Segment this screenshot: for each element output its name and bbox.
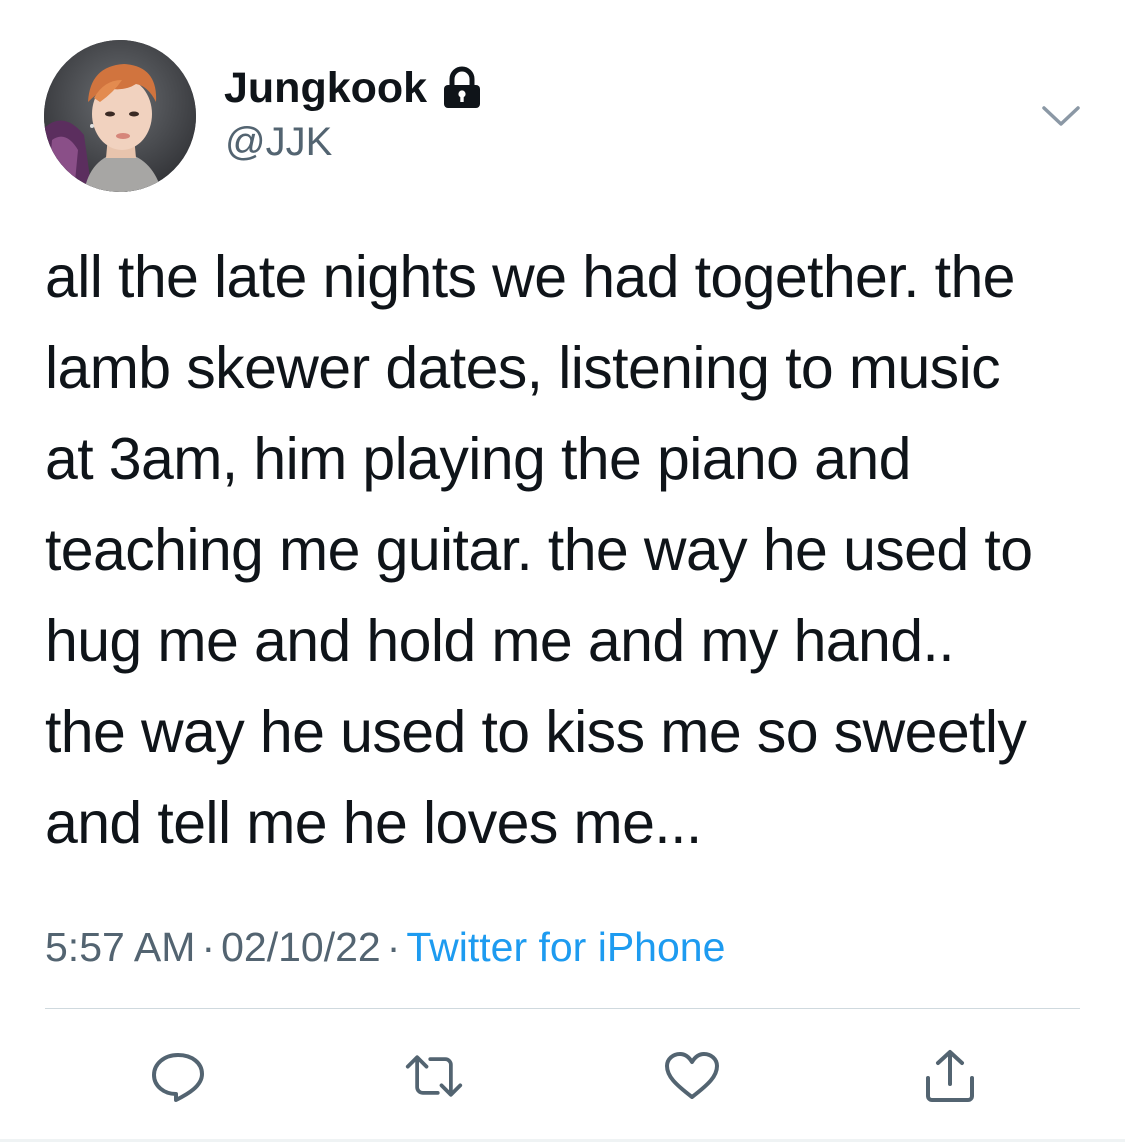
reply-icon — [152, 1053, 204, 1102]
avatar[interactable] — [44, 40, 196, 192]
author-row[interactable]: Jungkook — [224, 62, 483, 114]
retweet-button[interactable] — [404, 1046, 464, 1106]
retweet-icon — [405, 1055, 463, 1097]
tweet-time[interactable]: 5:57 AM — [45, 924, 195, 970]
lock-icon — [441, 66, 483, 110]
tweet-source[interactable]: Twitter for iPhone — [406, 924, 725, 970]
share-button[interactable] — [920, 1046, 980, 1106]
divider — [45, 1008, 1080, 1009]
profile-photo-icon — [44, 40, 196, 192]
reply-button[interactable] — [148, 1046, 208, 1106]
like-button[interactable] — [662, 1046, 722, 1106]
chevron-down-icon[interactable] — [1038, 100, 1084, 130]
tweet-date[interactable]: 02/10/22 — [221, 924, 381, 970]
tweet-metadata: 5:57 AM · 02/10/22 · Twitter for iPhone — [45, 922, 725, 972]
user-handle[interactable]: @JJK — [225, 118, 332, 166]
tweet-card: Jungkook @JJK all the late nights we had… — [0, 0, 1125, 1142]
display-name[interactable]: Jungkook — [224, 62, 427, 114]
share-icon — [926, 1050, 974, 1102]
separator: · — [386, 924, 401, 970]
separator: · — [201, 924, 216, 970]
tweet-text: all the late nights we had together. the… — [45, 244, 1033, 856]
heart-icon — [665, 1052, 719, 1099]
